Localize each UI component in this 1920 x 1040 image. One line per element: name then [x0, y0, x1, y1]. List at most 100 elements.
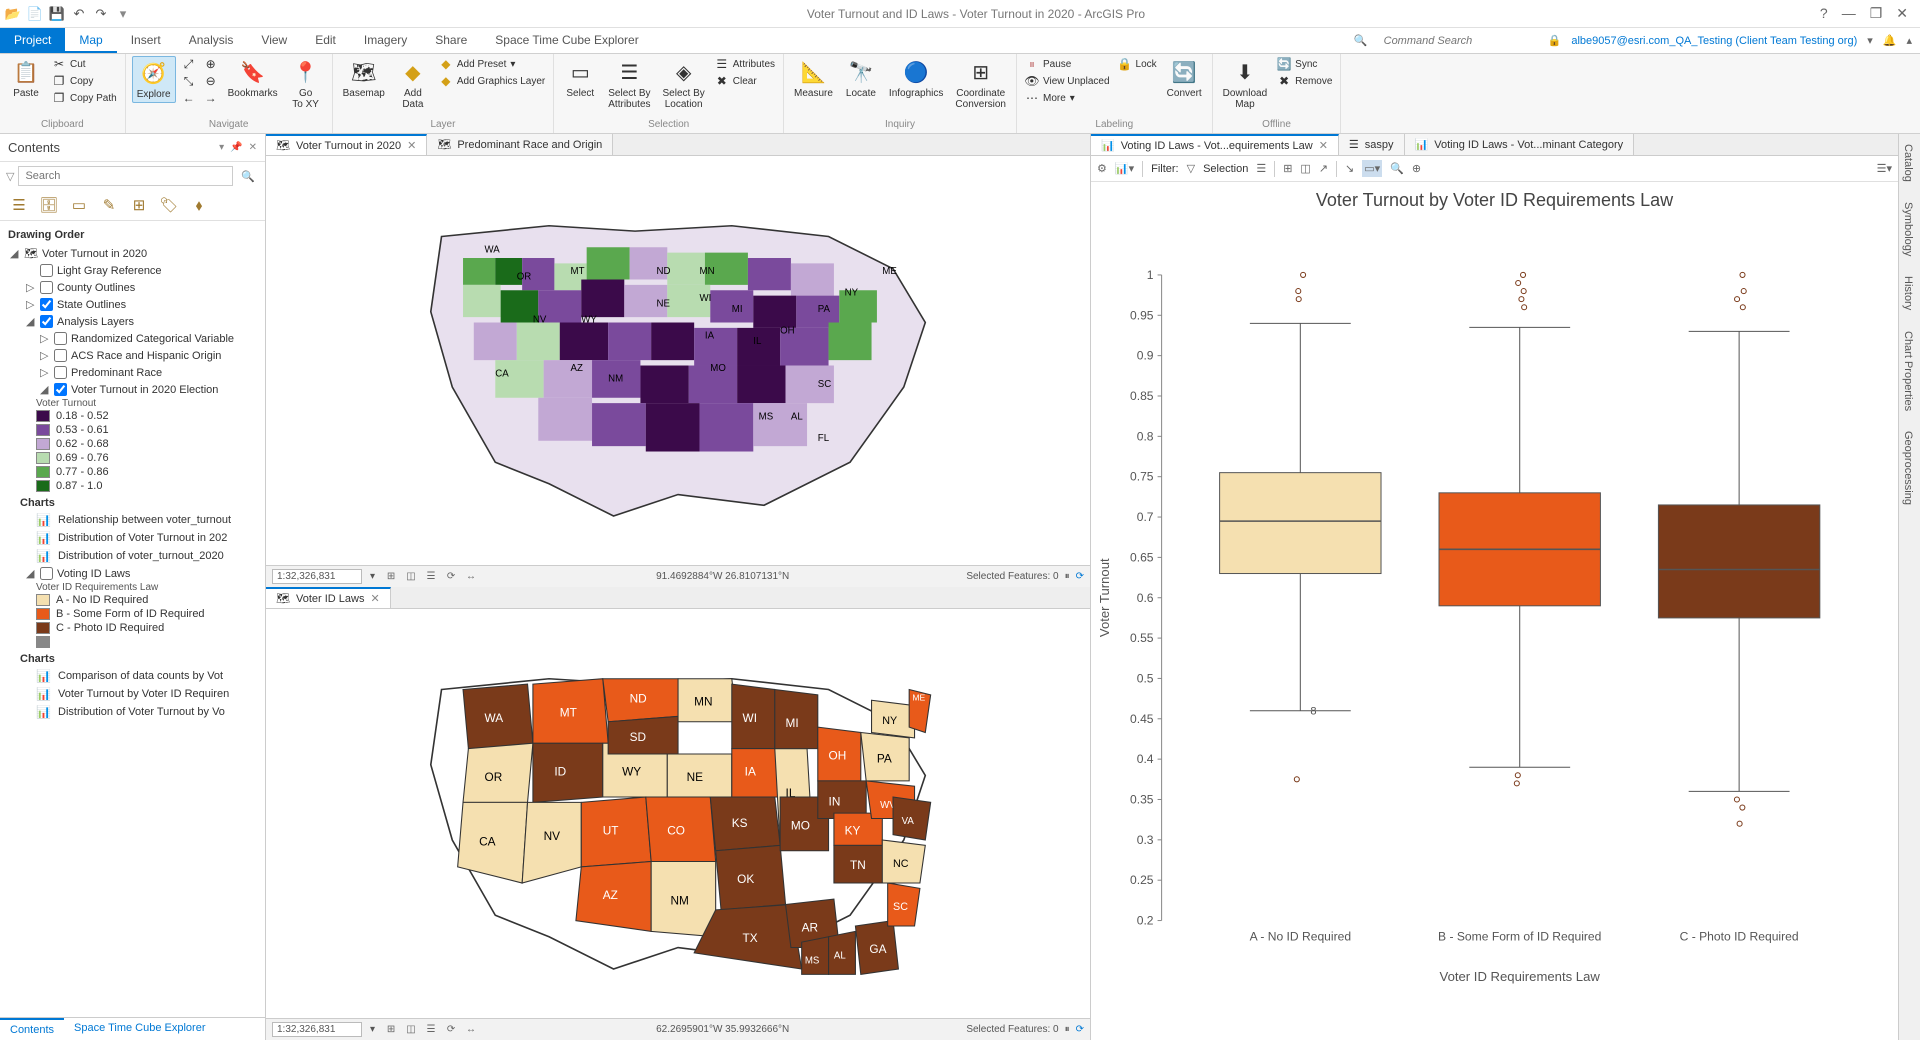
- clear-button[interactable]: ✖Clear: [713, 73, 777, 89]
- tab-close-icon[interactable]: ✕: [1319, 139, 1328, 152]
- chart-list-item[interactable]: 📊Relationship between voter_turnout: [6, 511, 265, 529]
- nav-fwd-button[interactable]: →: [202, 90, 220, 106]
- command-search-input[interactable]: [1378, 32, 1538, 50]
- tab-view[interactable]: View: [247, 28, 301, 53]
- copy-path-button[interactable]: ❐Copy Path: [50, 90, 119, 106]
- layer-acs[interactable]: ▷ACS Race and Hispanic Origin: [36, 347, 265, 364]
- list-by-drawing-icon[interactable]: ☰: [8, 194, 30, 216]
- tab-analysis[interactable]: Analysis: [175, 28, 248, 53]
- remove-button[interactable]: ✖Remove: [1275, 73, 1334, 89]
- pause-icon[interactable]: ⏸: [1065, 571, 1070, 582]
- sb-icon[interactable]: ⟳: [443, 571, 459, 582]
- tab-close-icon[interactable]: ✕: [370, 592, 379, 605]
- undo-icon[interactable]: ↶: [70, 5, 88, 23]
- list-by-perspective-icon[interactable]: ⬧: [188, 194, 210, 216]
- fixed-zoom-out-button[interactable]: ⊖: [202, 73, 220, 89]
- chart-list-item[interactable]: 📊Distribution of Voter Turnout in 202: [6, 529, 265, 547]
- bookmarks-button[interactable]: 🔖Bookmarks: [224, 56, 282, 101]
- tool-icon[interactable]: ↘: [1345, 162, 1354, 175]
- sb-icon[interactable]: ⟳: [443, 1024, 459, 1035]
- pane-close-icon[interactable]: ✕: [249, 142, 257, 153]
- tab-edit[interactable]: Edit: [301, 28, 350, 53]
- map-tab-id-laws[interactable]: 🗺Voter ID Laws✕: [266, 587, 391, 608]
- download-map-button[interactable]: ⬇Download Map: [1219, 56, 1271, 112]
- tool-icon[interactable]: ▭▾: [1362, 160, 1382, 177]
- user-account[interactable]: albe9057@esri.com_QA_Testing (Client Tea…: [1571, 35, 1857, 47]
- legend-toggle-icon[interactable]: ☰▾: [1877, 162, 1892, 175]
- mapframe-node[interactable]: ◢🗺Voter Turnout in 2020: [6, 245, 265, 262]
- layer-pred-race[interactable]: ▷Predominant Race: [36, 364, 265, 381]
- paste-button[interactable]: 📋Paste: [6, 56, 46, 101]
- scale-input-1[interactable]: 1:32,326,831: [272, 569, 362, 584]
- sb-icon[interactable]: ☰: [423, 1024, 439, 1035]
- user-dropdown-icon[interactable]: ▾: [1867, 34, 1873, 47]
- notifications-icon[interactable]: 🔔: [1883, 34, 1897, 47]
- sb-icon[interactable]: ◫: [403, 571, 419, 582]
- explore-button[interactable]: 🧭Explore: [132, 56, 176, 103]
- list-by-selection-icon[interactable]: ▭: [68, 194, 90, 216]
- qat-more-icon[interactable]: ▾: [114, 5, 132, 23]
- add-preset-button[interactable]: ◆Add Preset▾: [437, 56, 547, 72]
- pane-menu-icon[interactable]: ▾: [219, 142, 224, 153]
- tab-insert[interactable]: Insert: [117, 28, 175, 53]
- sb-icon[interactable]: ⊞: [383, 1024, 399, 1035]
- cut-button[interactable]: ✂Cut: [50, 56, 119, 72]
- chart-list-item[interactable]: 📊Distribution of voter_turnout_2020: [6, 547, 265, 565]
- search-icon[interactable]: 🔍: [237, 170, 259, 183]
- maximize-icon[interactable]: ❐: [1870, 5, 1883, 22]
- chart-type-icon[interactable]: 📊▾: [1115, 162, 1134, 175]
- map-view-id-laws[interactable]: WA OR MT ID CA NV WY UT CO AZ NM ND SD N…: [266, 609, 1090, 1018]
- tab-share[interactable]: Share: [421, 28, 481, 53]
- filter-icon[interactable]: ▽: [6, 170, 14, 183]
- sb-icon[interactable]: ◫: [403, 1024, 419, 1035]
- scale-input-2[interactable]: 1:32,326,831: [272, 1022, 362, 1037]
- zoom-sel-button[interactable]: ⤡: [180, 73, 198, 89]
- side-tab-history[interactable]: History: [1899, 266, 1917, 320]
- measure-button[interactable]: 📐Measure: [790, 56, 837, 101]
- layer-voting-id[interactable]: ◢Voting ID Laws: [22, 565, 265, 582]
- layer-turnout-2020[interactable]: ◢Voter Turnout in 2020 Election: [36, 381, 265, 398]
- select-by-attr-button[interactable]: ☰Select By Attributes: [604, 56, 654, 112]
- select-button[interactable]: ▭Select: [560, 56, 600, 101]
- coord-conv-button[interactable]: ⊞Coordinate Conversion: [951, 56, 1010, 112]
- chart-list-item[interactable]: 📊Comparison of data counts by Vot: [6, 667, 265, 685]
- pause-icon[interactable]: ⏸: [1065, 1024, 1070, 1035]
- tab-close-icon[interactable]: ✕: [407, 139, 416, 152]
- sb-icon[interactable]: ☰: [423, 571, 439, 582]
- sb-icon[interactable]: ↔: [463, 571, 479, 582]
- layer-analysis-group[interactable]: ◢Analysis Layers: [22, 313, 265, 330]
- tool-icon[interactable]: ⊞: [1283, 162, 1292, 175]
- redo-icon[interactable]: ↷: [92, 5, 110, 23]
- sb-icon[interactable]: ⊞: [383, 571, 399, 582]
- zoom-icon[interactable]: 🔍: [1390, 162, 1404, 175]
- list-by-editing-icon[interactable]: ✎: [98, 194, 120, 216]
- filter-extent-icon[interactable]: ☰: [1256, 162, 1266, 175]
- tab-imagery[interactable]: Imagery: [350, 28, 421, 53]
- pause-label-button[interactable]: ⏸Pause: [1023, 56, 1112, 72]
- contents-search-input[interactable]: [18, 166, 233, 186]
- bottom-tab-contents[interactable]: Contents: [0, 1018, 64, 1040]
- tab-project[interactable]: Project: [0, 28, 65, 53]
- map-tab-turnout[interactable]: 🗺Voter Turnout in 2020✕: [266, 134, 427, 155]
- save-icon[interactable]: 💾: [48, 5, 66, 23]
- copy-button[interactable]: ❐Copy: [50, 73, 119, 89]
- help-icon[interactable]: ?: [1820, 5, 1828, 22]
- chart-list-item[interactable]: 📊Voter Turnout by Voter ID Requiren: [6, 685, 265, 703]
- more-label-button[interactable]: ⋯More▾: [1023, 90, 1112, 106]
- side-tab-catalog[interactable]: Catalog: [1899, 134, 1917, 192]
- fixed-zoom-in-button[interactable]: ⊕: [202, 56, 220, 72]
- pane-pin-icon[interactable]: 📌: [230, 142, 242, 153]
- basemap-button[interactable]: 🗺Basemap: [339, 56, 389, 101]
- zoom-full-button[interactable]: ⤢: [180, 56, 198, 72]
- filter-selection-icon[interactable]: ▽: [1187, 162, 1195, 175]
- chart-tab-1[interactable]: 📊Voting ID Laws - Vot...equirements Law✕: [1091, 134, 1339, 155]
- list-by-source-icon[interactable]: 🗄: [38, 194, 60, 216]
- view-unplaced-button[interactable]: 👁View Unplaced: [1023, 73, 1112, 89]
- chart-tab-2[interactable]: ☰saspy: [1339, 134, 1405, 155]
- refresh-icon[interactable]: ⟳: [1076, 571, 1084, 582]
- nav-back-button[interactable]: ←: [180, 90, 198, 106]
- ribbon-collapse-icon[interactable]: ▴: [1906, 34, 1912, 47]
- add-data-button[interactable]: ◆Add Data: [393, 56, 433, 112]
- open-icon[interactable]: 📂: [4, 5, 22, 23]
- tool-icon[interactable]: ↗: [1319, 162, 1328, 175]
